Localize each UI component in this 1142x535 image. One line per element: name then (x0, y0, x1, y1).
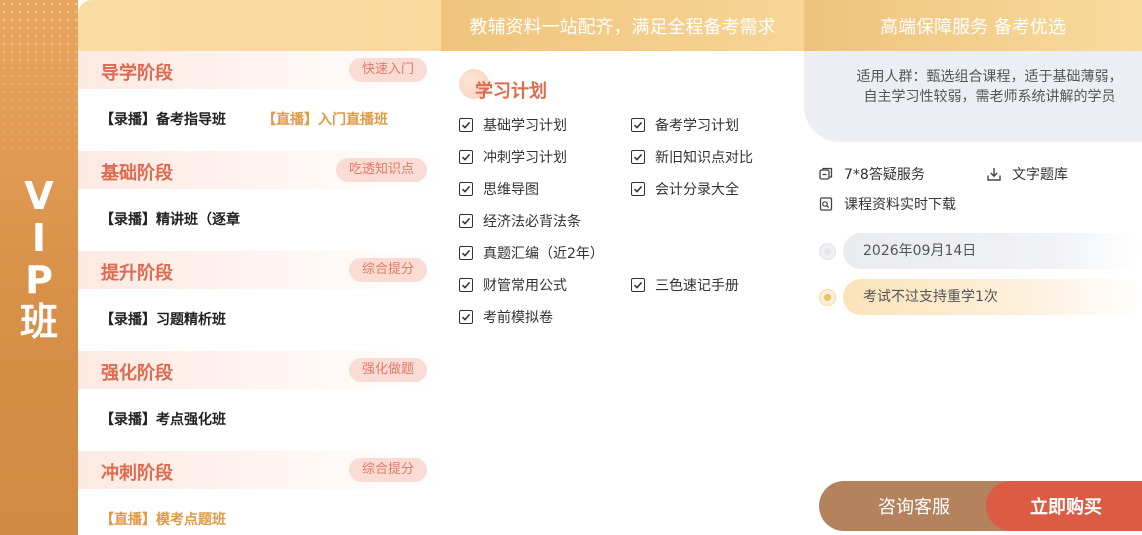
guarantee-pill: 考试不过支持重学1次 (843, 279, 1142, 315)
stage-header: 强化阶段 强化做题 (78, 351, 441, 389)
plan-item-label: 思维导图 (483, 182, 539, 198)
checkbox-checked-icon (459, 150, 473, 164)
vip-letter: 班 (19, 300, 58, 344)
guarantee-text: 考试不过支持重学1次 (863, 289, 998, 305)
stage-courses: 【直播】模考点题班 (100, 509, 320, 529)
service-item: 课程资料实时下载 (818, 194, 956, 214)
checkbox-checked-icon (459, 182, 473, 196)
vip-banner: V I P 班 (0, 0, 78, 535)
course-link[interactable]: 【录播】考点强化班 (100, 412, 226, 428)
timeline-dot-inactive-icon (819, 243, 836, 260)
plan-item: 备考学习计划 (631, 115, 739, 135)
stage-header: 提升阶段 综合提分 (78, 251, 441, 289)
stages-list: 导学阶段 快速入门 【录播】备考指导班 【直播】入门直播班 基础阶段 吃透知识点 … (78, 51, 441, 535)
service-item: 文字题库 (986, 164, 1068, 184)
stage-title: 冲刺阶段 (101, 463, 173, 484)
stage-item: 基础阶段 吃透知识点 【录播】精讲班（逐章 (78, 151, 441, 251)
stage-header: 导学阶段 快速入门 (78, 51, 441, 89)
download-icon (987, 168, 1001, 181)
dot-pattern-decoration (0, 0, 78, 200)
plan-item: 思维导图 (459, 179, 539, 199)
consult-button[interactable]: 咨询客服 (819, 481, 1009, 531)
stage-tag: 快速入门 (348, 58, 427, 82)
checkbox-checked-icon (459, 118, 473, 132)
document-icon (819, 197, 833, 211)
stage-title: 导学阶段 (101, 63, 173, 84)
stage-header: 冲刺阶段 综合提分 (78, 451, 441, 489)
service-label: 7*8答疑服务 (844, 167, 925, 183)
stage-title: 提升阶段 (101, 263, 173, 284)
materials-header-title: 教辅资料一站配齐，满足全程备考需求 (469, 16, 776, 38)
consult-button-label: 咨询客服 (878, 497, 950, 518)
stage-courses: 【录播】考点强化班 (100, 409, 320, 429)
vip-letter: V (24, 174, 54, 218)
plan-item-label: 财管常用公式 (483, 278, 567, 294)
checkbox-checked-icon (459, 278, 473, 292)
service-header: 高端保障服务 备考优选 (804, 0, 1142, 51)
plan-item-label: 三色速记手册 (655, 278, 739, 294)
plan-item-label: 经济法必背法条 (483, 214, 581, 230)
checkbox-checked-icon (459, 246, 473, 260)
plan-item-label: 真题汇编（近2年） (483, 246, 604, 262)
support-icon (819, 167, 833, 180)
plan-item: 基础学习计划 (459, 115, 567, 135)
service-header-title: 高端保障服务 备考优选 (880, 16, 1066, 38)
stage-header: 基础阶段 吃透知识点 (78, 151, 441, 189)
stage-courses: 【录播】备考指导班 【直播】入门直播班 (100, 109, 420, 129)
stage-tag: 综合提分 (348, 458, 427, 482)
plan-item: 真题汇编（近2年） (459, 243, 604, 263)
plan-item: 财管常用公式 (459, 275, 567, 295)
plan-item: 冲刺学习计划 (459, 147, 567, 167)
vip-letter: P (25, 258, 53, 302)
stage-item: 提升阶段 综合提分 【录播】习题精析班 (78, 251, 441, 351)
plan-item-label: 备考学习计划 (655, 118, 739, 134)
course-link[interactable]: 【录播】精讲班（逐章 (100, 212, 240, 228)
checkbox-checked-icon (459, 214, 473, 228)
plan-item: 经济法必背法条 (459, 211, 581, 231)
stage-tag: 综合提分 (348, 258, 427, 282)
exam-date-pill: 2026年09月14日 (843, 233, 1142, 269)
service-label: 文字题库 (1012, 167, 1068, 183)
study-plan-panel: 学习计划 基础学习计划 冲刺学习计划 思维导图 经济法必背法条 真题汇编（近2年… (441, 51, 804, 535)
stage-item: 冲刺阶段 综合提分 【直播】模考点题班 (78, 451, 441, 535)
checkbox-checked-icon (631, 118, 645, 132)
target-audience-box: 适用人群：甄选组合课程，适于基础薄弱，自主学习性较弱，需老师系统讲解的学员 (804, 51, 1142, 142)
plan-item: 会计分录大全 (631, 179, 739, 199)
plan-item-label: 考前模拟卷 (483, 310, 553, 326)
buy-now-button-label: 立即购买 (1030, 497, 1102, 518)
buy-now-button[interactable]: 立即购买 (986, 481, 1142, 531)
checkbox-checked-icon (631, 182, 645, 196)
exam-date: 2026年09月14日 (863, 243, 977, 259)
stage-courses: 【录播】精讲班（逐章 (100, 209, 316, 229)
plan-item: 新旧知识点对比 (631, 147, 753, 167)
target-audience-text: 适用人群：甄选组合课程，适于基础薄弱，自主学习性较弱，需老师系统讲解的学员 (856, 69, 1123, 105)
stage-tag: 强化做题 (348, 358, 427, 382)
course-link[interactable]: 【录播】习题精析班 (100, 312, 226, 328)
plan-item: 考前模拟卷 (459, 307, 553, 327)
materials-header: 教辅资料一站配齐，满足全程备考需求 (441, 0, 804, 51)
stage-title: 强化阶段 (101, 363, 173, 384)
stage-item: 强化阶段 强化做题 【录播】考点强化班 (78, 351, 441, 451)
course-link[interactable]: 【录播】备考指导班 (100, 112, 226, 128)
plan-item-label: 冲刺学习计划 (483, 150, 567, 166)
checkbox-checked-icon (631, 278, 645, 292)
plan-title: 学习计划 (475, 81, 547, 102)
checkbox-checked-icon (631, 150, 645, 164)
stage-tag: 吃透知识点 (335, 158, 427, 182)
plan-item-label: 基础学习计划 (483, 118, 567, 134)
vip-label: V I P 班 (0, 175, 78, 343)
timeline-dot-active-icon (819, 289, 836, 306)
course-link-live[interactable]: 【直播】入门直播班 (262, 112, 388, 128)
vip-letter: I (31, 216, 47, 260)
checkbox-checked-icon (459, 310, 473, 324)
stage-item: 导学阶段 快速入门 【录播】备考指导班 【直播】入门直播班 (78, 51, 441, 151)
course-link-live[interactable]: 【直播】模考点题班 (100, 512, 226, 528)
service-item: 7*8答疑服务 (818, 164, 925, 184)
stage-title: 基础阶段 (101, 163, 173, 184)
plan-item: 三色速记手册 (631, 275, 739, 295)
plan-item-label: 新旧知识点对比 (655, 150, 753, 166)
stage-courses: 【录播】习题精析班 (100, 309, 320, 329)
service-label: 课程资料实时下载 (844, 197, 956, 213)
plan-item-label: 会计分录大全 (655, 182, 739, 198)
